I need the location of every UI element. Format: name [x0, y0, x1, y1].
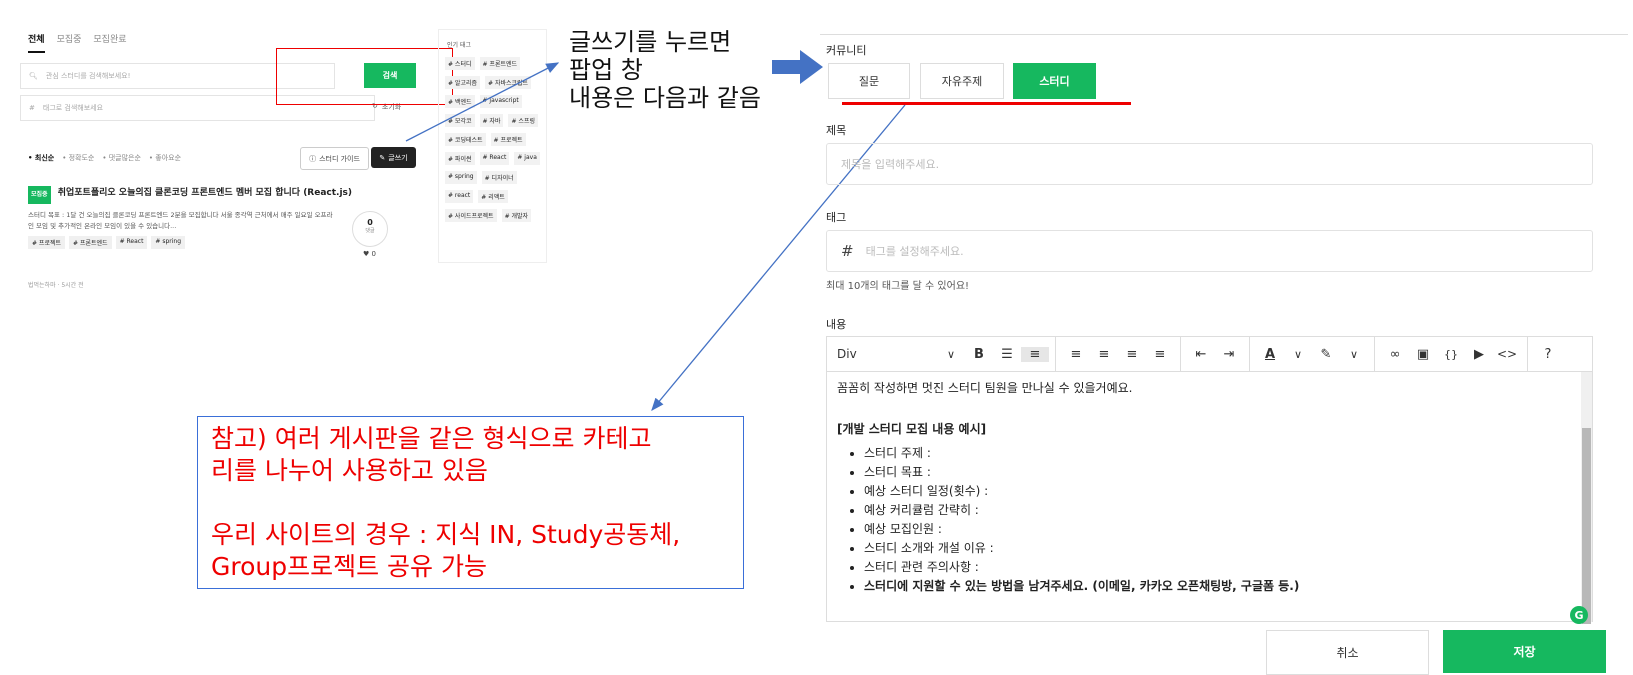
panel-divider	[820, 34, 1628, 35]
list-item: 스터디에 지원할 수 있는 방법을 남겨주세요. (이메일, 카카오 오픈채팅방…	[864, 577, 1592, 596]
cancel-button[interactable]: 취소	[1266, 630, 1429, 675]
bullet-list-icon[interactable]: ≡	[1021, 346, 1049, 362]
toolbar-divider	[1527, 337, 1528, 371]
chevron-down-icon[interactable]: ∨	[1340, 348, 1368, 361]
content-editor[interactable]: 꼼꼼히 작성하면 멋진 스터디 팀원을 만나실 수 있을거예요. [개발 스터디…	[826, 372, 1593, 622]
save-button[interactable]: 저장	[1443, 630, 1606, 673]
note-box: 참고) 여러 게시판을 같은 형식으로 카테고 리를 나누어 사용하고 있음 우…	[197, 416, 744, 589]
category-free-button[interactable]: 자유주제	[920, 63, 1004, 99]
code-icon[interactable]: <>	[1493, 347, 1521, 361]
bold-icon[interactable]: B	[965, 347, 993, 362]
example-heading: [개발 스터디 모집 내용 예시]	[837, 422, 987, 436]
toolbar-divider	[1249, 337, 1250, 371]
grammarly-icon[interactable]: G	[1570, 606, 1588, 624]
intro-line: 꼼꼼히 작성하면 멋진 스터디 팀원을 만나실 수 있을거예요.	[837, 381, 1133, 395]
toolbar-divider	[1180, 337, 1181, 371]
community-label: 커뮤니티	[826, 44, 867, 57]
align-left-icon[interactable]: ≡	[1062, 347, 1090, 362]
highlighter-icon[interactable]: ✎	[1312, 347, 1340, 362]
align-center-icon[interactable]: ≡	[1090, 347, 1118, 362]
list-item: 예상 스터디 일정(횟수) :	[864, 482, 1592, 501]
red-underline	[842, 102, 1131, 105]
content-label: 내용	[826, 318, 847, 331]
indent-icon[interactable]: ⇥	[1215, 347, 1243, 362]
link-icon[interactable]: ∞	[1381, 347, 1409, 362]
list-item: 스터디 목표 :	[864, 463, 1592, 482]
title-input[interactable]: 제목을 입력해주세요.	[826, 143, 1593, 185]
tag-input[interactable]: # 태그를 설정해주세요.	[826, 230, 1593, 272]
font-color-icon[interactable]: A	[1256, 347, 1284, 362]
format-select-value: Div	[837, 347, 857, 361]
note-text: 참고) 여러 게시판을 같은 형식으로 카테고 리를 나누어 사용하고 있음 우…	[211, 424, 681, 581]
toolbar-divider	[1374, 337, 1375, 371]
connector-arrow-write	[405, 62, 560, 142]
list-item: 스터디 관련 주의사항 :	[864, 558, 1592, 577]
tag-placeholder: 태그를 설정해주세요.	[865, 245, 964, 258]
list-item: 예상 커리큘럼 간략히 :	[864, 501, 1592, 520]
title-label: 제목	[826, 124, 847, 137]
format-select[interactable]: Div	[827, 347, 937, 361]
image-icon[interactable]: ▣	[1409, 347, 1437, 362]
hash-icon: #	[841, 242, 854, 260]
toolbar-divider	[1055, 337, 1056, 371]
list-item: 예상 모집인원 :	[864, 520, 1592, 539]
align-justify-icon[interactable]: ≡	[1146, 347, 1174, 362]
list-item: 스터디 소개와 개설 이유 :	[864, 539, 1592, 558]
title-placeholder: 제목을 입력해주세요.	[841, 158, 940, 171]
chevron-down-icon[interactable]: ∨	[937, 348, 965, 361]
category-question-button[interactable]: 질문	[828, 63, 910, 99]
editor-toolbar: Div ∨ B ☰ ≡ ≡ ≡ ≡ ≡ ⇤ ⇥ A ∨ ✎ ∨ ∞ ▣ {} ▶…	[826, 336, 1593, 372]
list-item: 스터디 주제 :	[864, 444, 1592, 463]
video-icon[interactable]: ▶	[1465, 347, 1493, 362]
chevron-down-icon[interactable]: ∨	[1284, 348, 1312, 361]
help-icon[interactable]: ?	[1534, 347, 1562, 362]
ordered-list-icon[interactable]: ☰	[993, 347, 1021, 362]
big-right-arrow	[772, 50, 823, 84]
align-right-icon[interactable]: ≡	[1118, 347, 1146, 362]
code-block-icon[interactable]: {}	[1437, 348, 1465, 361]
scrollbar-thumb[interactable]	[1582, 428, 1591, 624]
tag-label: 태그	[826, 211, 847, 224]
example-list: 스터디 주제 : 스터디 목표 : 예상 스터디 일정(횟수) : 예상 커리큘…	[827, 444, 1592, 596]
category-study-button[interactable]: 스터디	[1013, 63, 1096, 99]
outdent-icon[interactable]: ⇤	[1187, 347, 1215, 362]
tag-hint: 최대 10개의 태그를 달 수 있어요!	[826, 281, 970, 292]
